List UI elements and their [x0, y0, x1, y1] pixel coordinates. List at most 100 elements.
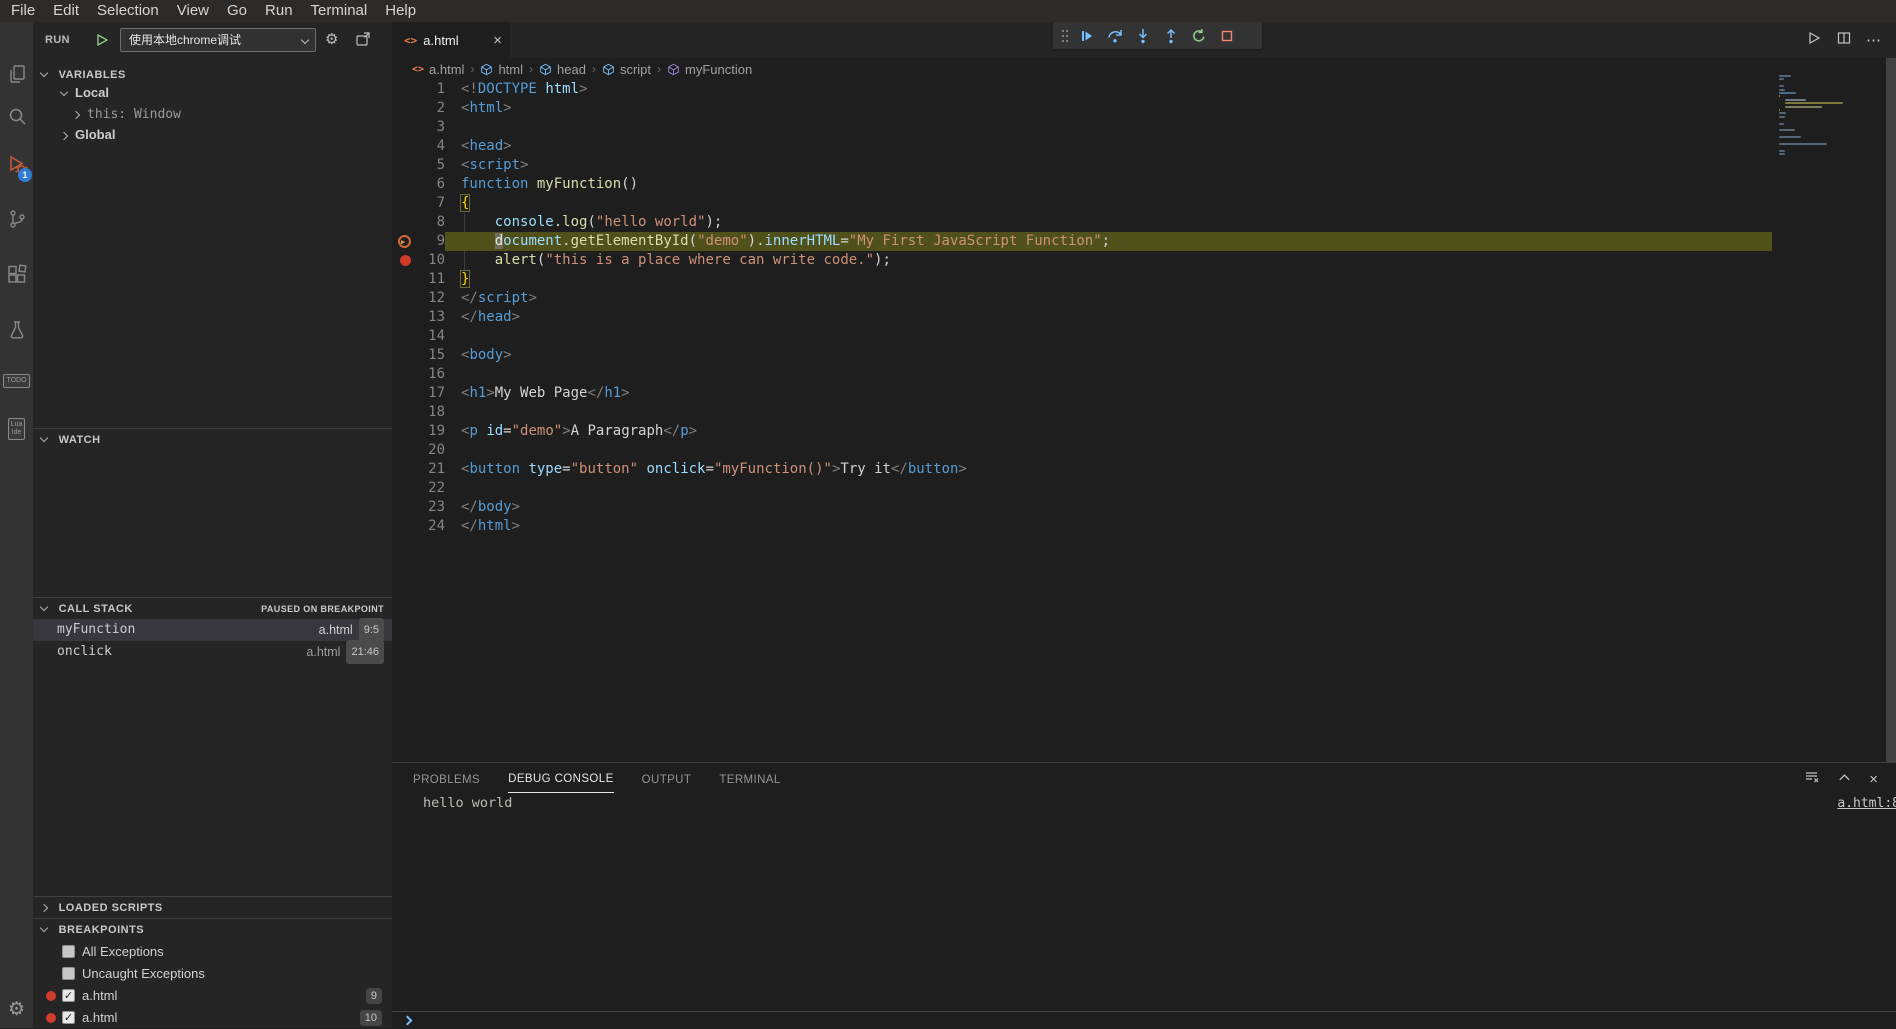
breakpoint-checkbox[interactable] — [62, 945, 75, 958]
start-debug-icon[interactable] — [95, 33, 109, 52]
variable-scope-global[interactable]: Global — [33, 124, 392, 146]
stop-button[interactable] — [1213, 22, 1241, 49]
extensions-icon[interactable] — [0, 260, 33, 290]
line-number[interactable]: 20 — [392, 441, 445, 460]
breakpoint-item-a-html[interactable]: ✓a.html10 — [33, 1007, 392, 1029]
code-line-13[interactable]: 13</head> — [392, 308, 1896, 327]
toolbar-drag-grip[interactable] — [1057, 22, 1073, 49]
source-control-icon[interactable] — [0, 204, 33, 234]
line-number[interactable]: 22 — [392, 479, 445, 498]
breakpoint-item-a-html[interactable]: ✓a.html9 — [33, 985, 392, 1007]
run-file-icon[interactable] — [1806, 30, 1822, 51]
code-line-21[interactable]: 21<button type="button" onclick="myFunct… — [392, 460, 1896, 479]
call-stack-frame-onclick[interactable]: onclicka.html21:46 — [33, 641, 392, 663]
line-number[interactable]: 11 — [392, 270, 445, 289]
code-line-22[interactable]: 22 — [392, 479, 1896, 498]
breadcrumb-item-a-html[interactable]: <>a.html — [412, 62, 464, 77]
menu-item-edit[interactable]: Edit — [44, 0, 88, 22]
code-line-23[interactable]: 23</body> — [392, 498, 1896, 517]
line-number[interactable]: 8 — [392, 213, 445, 232]
call-stack-frame-myFunction[interactable]: myFunctiona.html9:5 — [33, 619, 392, 641]
line-number[interactable]: 21 — [392, 460, 445, 479]
code-editor[interactable]: 1<!DOCTYPE html>2<html>34<head>5<script>… — [392, 80, 1896, 542]
line-number[interactable]: 3 — [392, 118, 445, 137]
lua-ide-extension-icon[interactable]: Lua Ide — [0, 412, 33, 446]
variable-scope-this-window[interactable]: this: Window — [33, 103, 392, 125]
clear-console-icon[interactable] — [1804, 769, 1820, 790]
code-line-14[interactable]: 14 — [392, 327, 1896, 346]
editor-scrollbar[interactable] — [1886, 58, 1896, 762]
breadcrumb-item-html[interactable]: html — [480, 62, 523, 77]
panel-tab-terminal[interactable]: TERMINAL — [719, 774, 780, 793]
breakpoints-section-header[interactable]: BREAKPOINTS — [33, 918, 392, 940]
explorer-icon[interactable] — [0, 59, 33, 89]
loaded-scripts-section-header[interactable]: LOADED SCRIPTS — [33, 896, 392, 918]
code-line-15[interactable]: 15<body> — [392, 346, 1896, 365]
line-number[interactable]: 17 — [392, 384, 445, 403]
breakpoint-checkbox[interactable]: ✓ — [62, 1011, 75, 1024]
line-number[interactable]: 13 — [392, 308, 445, 327]
line-number[interactable]: 18 — [392, 403, 445, 422]
code-line-8[interactable]: 8 console.log("hello world"); — [392, 213, 1896, 232]
line-number[interactable]: 15 — [392, 346, 445, 365]
close-tab-icon[interactable]: × — [493, 32, 502, 49]
code-line-2[interactable]: 2<html> — [392, 99, 1896, 118]
maximize-panel-icon[interactable] — [1837, 770, 1852, 790]
code-line-1[interactable]: 1<!DOCTYPE html> — [392, 80, 1896, 99]
restart-button[interactable] — [1185, 22, 1213, 49]
menu-item-go[interactable]: Go — [218, 0, 256, 22]
line-number[interactable]: 5 — [392, 156, 445, 175]
line-number[interactable]: 19 — [392, 422, 445, 441]
line-number[interactable]: 24 — [392, 517, 445, 536]
step-out-button[interactable] — [1157, 22, 1185, 49]
code-line-17[interactable]: 17<h1>My Web Page</h1> — [392, 384, 1896, 403]
open-debug-console-icon[interactable] — [355, 31, 371, 52]
call-stack-section-header[interactable]: CALL STACK PAUSED ON BREAKPOINT — [33, 597, 392, 619]
line-number[interactable]: 16 — [392, 365, 445, 384]
code-line-11[interactable]: 11} — [392, 270, 1896, 289]
panel-tab-problems[interactable]: PROBLEMS — [413, 774, 480, 793]
watch-section-header[interactable]: WATCH — [33, 428, 392, 450]
code-line-19[interactable]: 19<p id="demo">A Paragraph</p> — [392, 422, 1896, 441]
menu-item-help[interactable]: Help — [376, 0, 425, 22]
variable-scope-local[interactable]: Local — [33, 82, 392, 104]
close-panel-icon[interactable]: × — [1869, 772, 1878, 788]
panel-tab-debug-console[interactable]: DEBUG CONSOLE — [508, 773, 614, 793]
line-number[interactable]: 7 — [392, 194, 445, 213]
breadcrumb-item-head[interactable]: head — [539, 62, 586, 77]
console-source-link[interactable]: a.html:8 — [1837, 796, 1896, 811]
configure-gear-icon[interactable]: ⚙ — [325, 30, 338, 48]
code-line-16[interactable]: 16 — [392, 365, 1896, 384]
panel-tab-output[interactable]: OUTPUT — [642, 774, 692, 793]
code-line-7[interactable]: 7{ — [392, 194, 1896, 213]
line-number[interactable]: 23 — [392, 498, 445, 517]
breakpoint-item-all-exceptions[interactable]: All Exceptions — [33, 941, 392, 963]
line-number[interactable]: 1 — [392, 80, 445, 99]
code-line-12[interactable]: 12</script> — [392, 289, 1896, 308]
minimap[interactable] — [1777, 75, 1886, 185]
code-line-5[interactable]: 5<script> — [392, 156, 1896, 175]
breakpoint-checkbox[interactable]: ✓ — [62, 989, 75, 1002]
continue-button[interactable] — [1073, 22, 1101, 49]
code-line-18[interactable]: 18 — [392, 403, 1896, 422]
breakpoint-icon[interactable] — [400, 255, 411, 266]
run-and-debug-icon[interactable]: 1 — [0, 150, 33, 180]
code-line-9[interactable]: 9 document.getElementById("demo").innerH… — [392, 232, 1896, 251]
breadcrumb-item-myfunction[interactable]: myFunction — [667, 62, 752, 77]
line-number[interactable]: 4 — [392, 137, 445, 156]
code-line-4[interactable]: 4<head> — [392, 137, 1896, 156]
search-icon[interactable] — [0, 102, 33, 132]
console-input[interactable] — [392, 1011, 1896, 1029]
code-line-24[interactable]: 24</html> — [392, 517, 1896, 536]
line-number[interactable]: 12 — [392, 289, 445, 308]
breakpoint-checkbox[interactable] — [62, 967, 75, 980]
split-editor-icon[interactable] — [1836, 30, 1852, 51]
todo-extension-icon[interactable]: TODO — [0, 366, 33, 396]
menu-item-selection[interactable]: Selection — [88, 0, 168, 22]
more-actions-icon[interactable]: ⋯ — [1866, 31, 1882, 49]
menu-item-run[interactable]: Run — [256, 0, 302, 22]
testing-icon[interactable] — [0, 315, 33, 345]
breadcrumb-item-script[interactable]: script — [602, 62, 651, 77]
code-line-3[interactable]: 3 — [392, 118, 1896, 137]
launch-config-dropdown[interactable]: 使用本地chrome调试 — [120, 28, 316, 52]
